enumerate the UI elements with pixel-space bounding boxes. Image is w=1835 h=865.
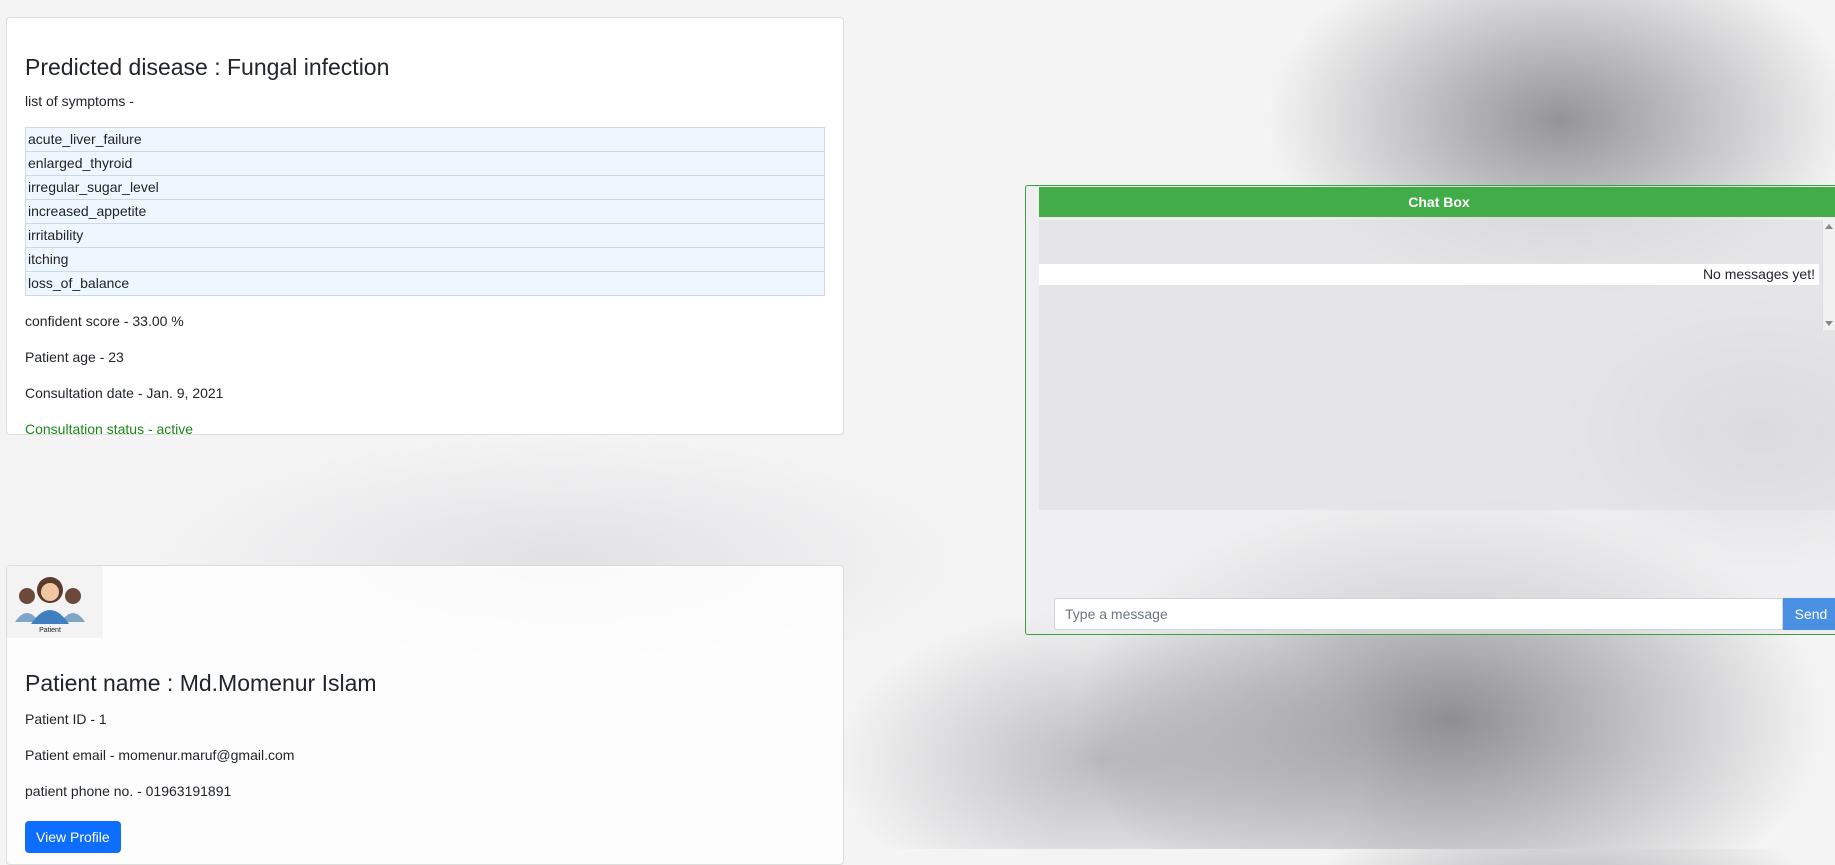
patient-avatar: Patient — [7, 566, 103, 638]
consultation-date: Consultation date - Jan. 9, 2021 — [25, 385, 224, 401]
patient-avatar-icon: Patient — [15, 577, 85, 634]
chat-box-title: Chat Box — [1039, 187, 1835, 217]
chat-messages-area[interactable]: No messages yet! — [1039, 220, 1835, 510]
message-input[interactable] — [1054, 598, 1783, 630]
patient-phone: patient phone no. - 01963191891 — [25, 783, 232, 799]
patient-card: Patient Patient name : Md.Momenur Islam … — [6, 565, 844, 865]
symptom-item: increased_appetite — [25, 199, 825, 224]
symptom-item: itching — [25, 247, 825, 272]
send-button[interactable]: Send — [1783, 598, 1835, 630]
no-messages-text: No messages yet! — [1039, 264, 1819, 285]
predicted-disease-title: Predicted disease : Fungal infection — [25, 54, 390, 80]
disease-card: Predicted disease : Fungal infection lis… — [6, 17, 844, 437]
scroll-up-arrow-icon[interactable] — [1825, 224, 1833, 229]
consultation-status: Consultation status - active — [25, 421, 194, 437]
symptom-item: irritability — [25, 223, 825, 248]
symptoms-list: acute_liver_failure enlarged_thyroid irr… — [25, 127, 825, 296]
chat-scrollbar[interactable] — [1822, 220, 1835, 330]
symptoms-label: list of symptoms - — [25, 93, 134, 109]
chat-message-form: Send — [1054, 598, 1835, 632]
symptom-item: loss_of_balance — [25, 271, 825, 296]
confidence-score: confident score - 33.00 % — [25, 313, 184, 329]
patient-age: Patient age - 23 — [25, 349, 124, 365]
patient-name: Patient name : Md.Momenur Islam — [25, 670, 377, 696]
symptom-item: acute_liver_failure — [25, 127, 825, 152]
symptom-item: enlarged_thyroid — [25, 151, 825, 176]
scroll-down-arrow-icon[interactable] — [1825, 321, 1833, 326]
patient-id: Patient ID - 1 — [25, 711, 107, 727]
patient-email: Patient email - momenur.maruf@gmail.com — [25, 747, 295, 763]
chat-box: Chat Box No messages yet! Send — [1025, 185, 1835, 635]
symptom-item: irregular_sugar_level — [25, 175, 825, 200]
avatar-caption: Patient — [39, 627, 61, 634]
view-profile-button[interactable]: View Profile — [25, 821, 121, 853]
